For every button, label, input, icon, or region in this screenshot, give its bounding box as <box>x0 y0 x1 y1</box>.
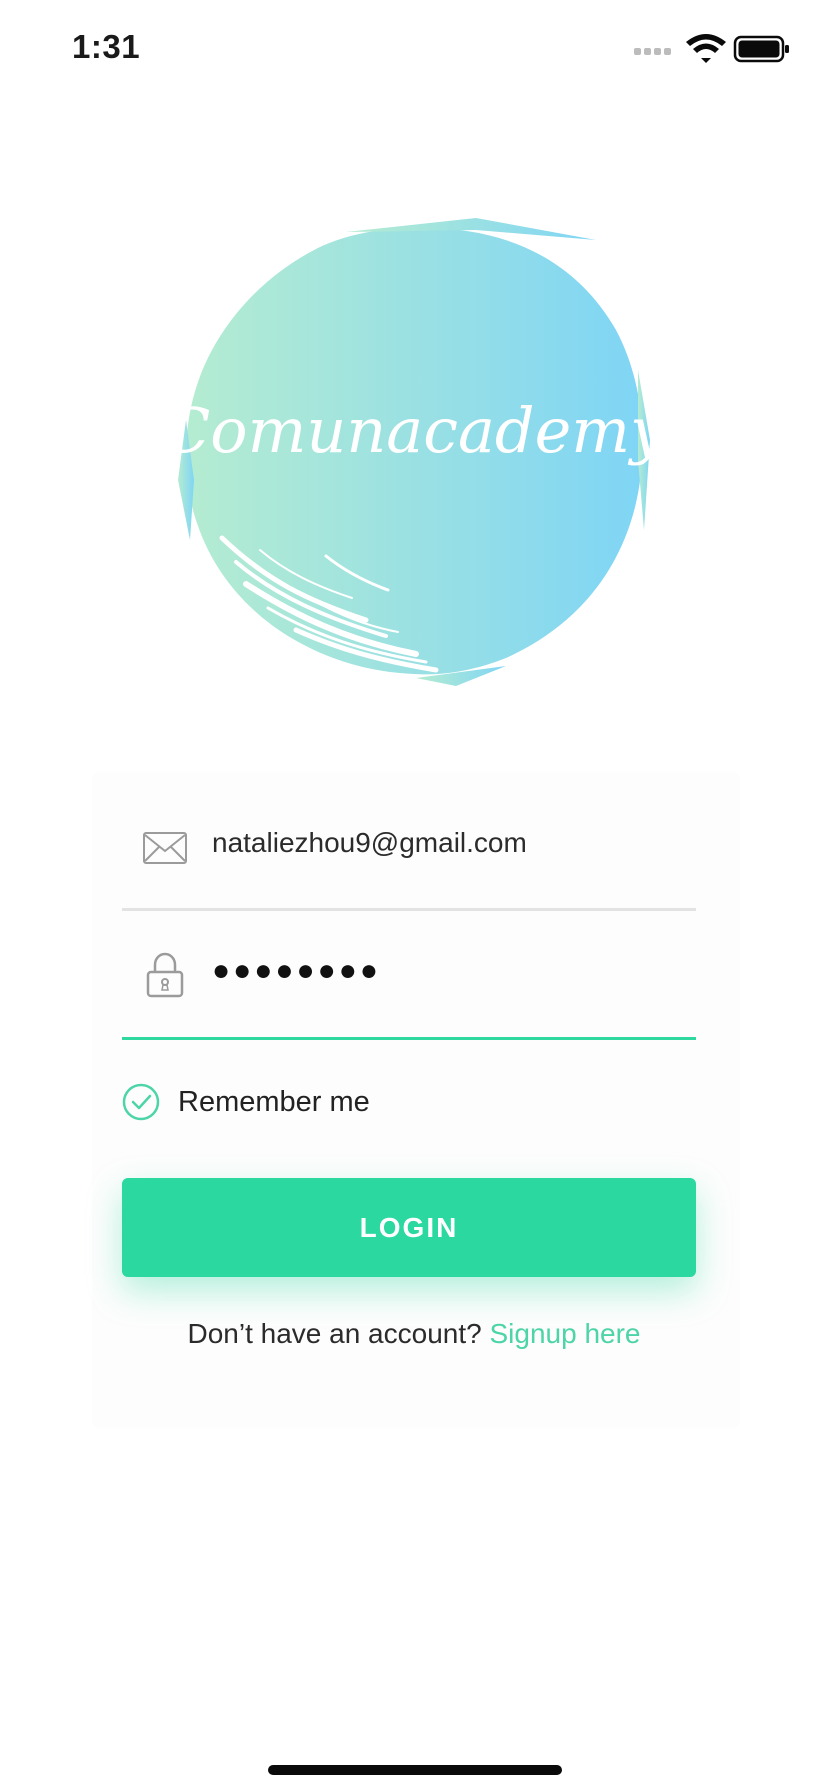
email-value: nataliezhou9@gmail.com <box>212 827 527 858</box>
envelope-icon <box>143 832 187 864</box>
status-icons <box>634 34 794 64</box>
password-underline <box>122 1037 696 1040</box>
signup-link[interactable]: Signup here <box>489 1318 640 1349</box>
signup-prompt-line: Don’t have an account? Signup here <box>0 1318 828 1350</box>
remember-me-toggle[interactable]: Remember me <box>122 1082 370 1122</box>
signal-icon <box>634 48 671 55</box>
password-field[interactable]: ●●●●●●●● <box>122 940 696 1020</box>
email-underline <box>122 908 696 911</box>
wifi-icon <box>686 34 726 63</box>
login-button-label: LOGIN <box>359 1211 459 1243</box>
signup-prompt: Don’t have an account? <box>187 1318 482 1349</box>
home-indicator[interactable] <box>268 1765 562 1775</box>
password-value: ●●●●●●●● <box>212 954 381 987</box>
lock-icon <box>146 952 184 998</box>
check-circle-icon[interactable] <box>122 1083 160 1121</box>
status-time: 1:31 <box>72 28 141 65</box>
logo-text: Comunacademy <box>176 394 652 467</box>
battery-icon <box>733 35 789 63</box>
remember-me-label: Remember me <box>178 1085 370 1118</box>
login-button[interactable]: LOGIN <box>122 1178 696 1277</box>
app-logo: Comunacademy <box>176 200 652 690</box>
email-field[interactable]: nataliezhou9@gmail.com <box>122 805 696 885</box>
